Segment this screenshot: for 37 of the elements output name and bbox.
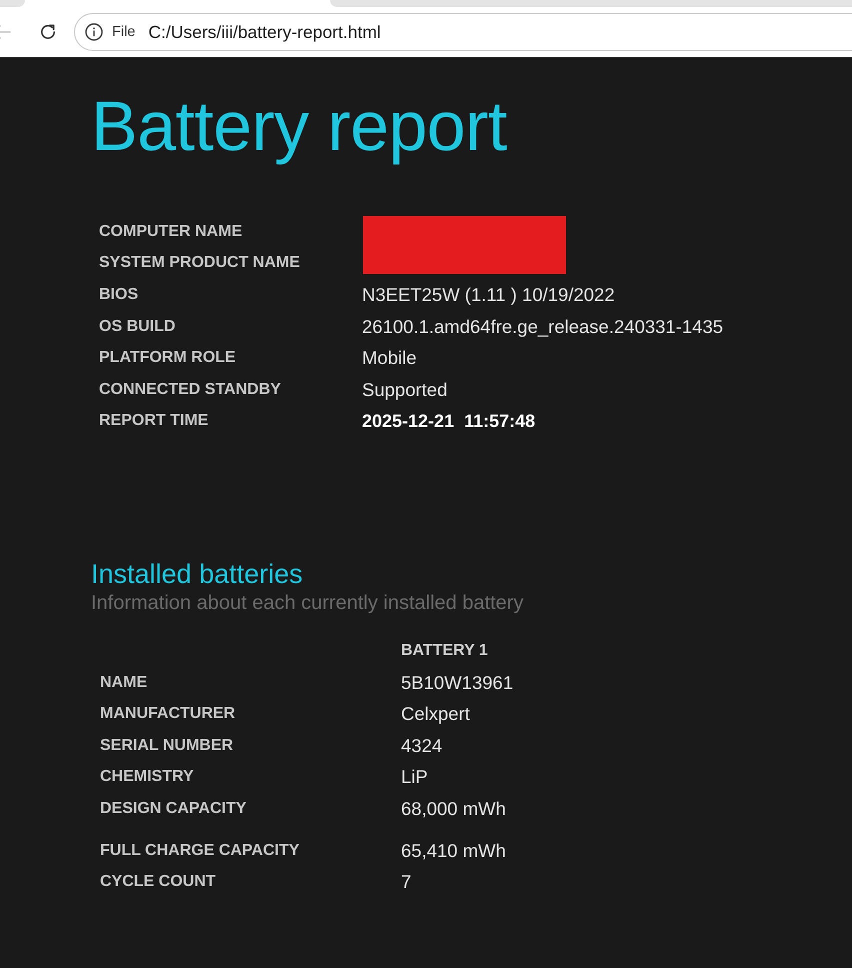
info-label: PLATFORM ROLE [98, 349, 236, 368]
info-label: REPORT TIME [98, 412, 208, 430]
info-value: 26100.1.amd64fre.ge_release.240331-1435 [362, 316, 724, 338]
report-title: Battery report [91, 86, 507, 166]
info-label: SYSTEM PRODUCT NAME [98, 254, 300, 272]
info-icon[interactable] [85, 23, 103, 41]
info-label: COMPUTER NAME [98, 222, 242, 241]
battery-value: LiP [401, 766, 428, 788]
info-value: Mobile [362, 347, 416, 370]
battery-value: 7 [401, 871, 412, 892]
column-header: BATTERY 1 [401, 642, 488, 659]
browser-tab[interactable] [330, 0, 852, 7]
info-label: OS BUILD [98, 318, 176, 336]
battery-label: CHEMISTRY [100, 768, 194, 786]
info-label: BIOS [98, 286, 138, 304]
reload-icon[interactable] [39, 23, 57, 41]
battery-label: DESIGN CAPACITY [100, 800, 246, 817]
battery-label: FULL CHARGE CAPACITY [100, 842, 300, 859]
info-value: 2025-12-21 11:57:48 [362, 410, 536, 432]
battery-label: CYCLE COUNT [100, 873, 216, 890]
info-value: N3EET25W (1.11 ) 10/19/2022 [362, 284, 615, 306]
battery-label: NAME [100, 674, 148, 691]
address-bar[interactable]: File C:/Users/iii/battery-report.html [74, 13, 852, 51]
battery-value: 68,000 mWh [401, 798, 506, 819]
scheme-label: File [112, 24, 136, 40]
battery-value: 4324 [401, 734, 442, 756]
battery-label: MANUFACTURER [100, 705, 236, 722]
section-title: Installed batteries [91, 558, 303, 592]
battery-value: Celxpert [401, 703, 470, 724]
battery-value: 5B10W13961 [401, 672, 514, 693]
url-text: C:/Users/iii/battery-report.html [148, 22, 381, 42]
battery-label: SERIAL NUMBER [100, 736, 234, 754]
info-label: CONNECTED STANDBY [98, 380, 281, 399]
battery-value: 65,410 mWh [401, 840, 506, 861]
section-subtitle: Information about each currently installed battery [91, 591, 524, 616]
browser-tab[interactable] [0, 0, 25, 7]
info-value: Supported [362, 378, 448, 401]
